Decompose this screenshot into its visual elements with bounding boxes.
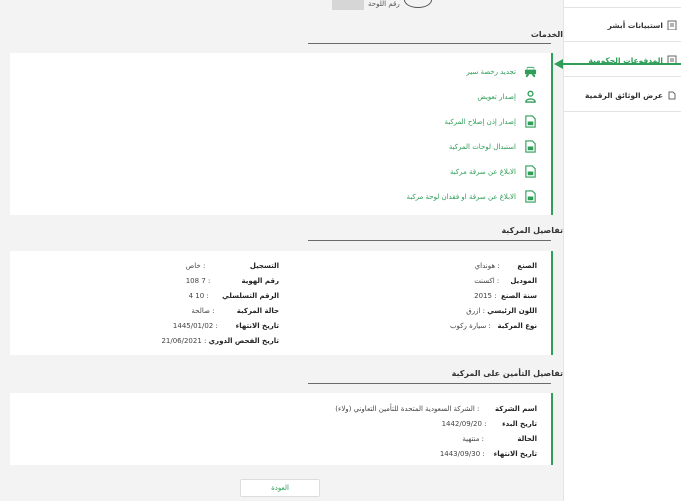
plate-label: رقم اللوحة <box>368 0 400 8</box>
car-icon <box>524 66 537 78</box>
field-key: سنة الصنع <box>501 292 537 300</box>
field-value: : خاص <box>185 262 206 270</box>
inspection-date-row: تاريخ الفحص الدوري : 21/06/2021 <box>161 337 279 345</box>
field-value: : 1442/09/20 <box>441 420 487 428</box>
field-key: حالة المركبة <box>236 307 279 315</box>
vehicle-color-row: اللون الرئيسي : ازرق <box>466 307 537 315</box>
insurance-title: تفاصيل التأمين على المركبة <box>451 369 563 378</box>
service-renew-registration[interactable]: تجديد رخصة سير <box>466 65 537 78</box>
field-key: رقم الهوية <box>241 277 279 285</box>
insurance-start-row: تاريخ البدء : 1442/09/20 <box>442 420 537 428</box>
main-content: رقم اللوحة الخدمات تجديد رخصة سير إصدار … <box>0 0 563 501</box>
service-issue-compensation[interactable]: إصدار تعويض <box>477 90 537 103</box>
vehicle-details-card: الصنع : هونداي الموديل : اكسنت سنة الصنع… <box>10 251 553 355</box>
field-value: : 7 108 <box>185 277 211 285</box>
clipboard-icon <box>667 20 677 30</box>
sidebar-divider <box>563 111 681 112</box>
annotation-arrow <box>556 63 681 65</box>
sidebar-divider <box>563 76 681 77</box>
insurance-title-underline <box>308 383 551 384</box>
vehicle-year-row: سنة الصنع : 2015 <box>474 292 537 300</box>
vehicle-status-row: حالة المركبة : صالحة <box>191 307 279 315</box>
document-hand-icon <box>668 91 676 100</box>
serial-number-row: الرقم التسلسلي : 10 4 <box>189 292 279 300</box>
field-key: الموديل <box>510 277 537 285</box>
vehicle-make-row: الصنع : هونداي <box>475 262 537 270</box>
service-report-plate-loss[interactable]: الابلاغ عن سرقة او فقدان لوحة مركبة <box>406 190 537 203</box>
sidebar-item-absher-surveys[interactable]: استبيانات أبشر <box>563 15 681 35</box>
insurance-card: اسم الشركة : الشركة السعودية المتحدة للت… <box>10 393 553 465</box>
field-value: : صالحة <box>191 307 215 315</box>
person-icon <box>525 90 536 103</box>
insurance-status-row: الحالة : منتهية <box>462 435 537 443</box>
field-value: : 1445/01/02 <box>172 322 218 330</box>
back-button[interactable]: العودة <box>240 479 320 497</box>
field-key: اللون الرئيسي <box>487 307 537 315</box>
field-key: نوع المركبة <box>497 322 537 330</box>
sidebar-item-label: استبيانات أبشر <box>607 20 663 30</box>
service-label: تجديد رخصة سير <box>466 67 516 76</box>
service-label: الابلاغ عن سرقة او فقدان لوحة مركبة <box>406 192 516 201</box>
sidebar-item-digital-documents[interactable]: عرض الوثائق الرقمية <box>563 85 681 105</box>
service-label: الابلاغ عن سرقة مركبة <box>449 167 516 176</box>
registration-row: التسجيل : خاص <box>186 262 279 270</box>
field-value: : 1443/09/30 <box>439 450 485 458</box>
field-value: : 2015 <box>474 292 497 300</box>
field-value: : 21/06/2021 <box>161 337 207 345</box>
vehicle-details-underline <box>308 240 551 241</box>
service-report-theft[interactable]: الابلاغ عن سرقة مركبة <box>450 165 537 178</box>
document-icon <box>525 165 536 178</box>
field-key: تاريخ الانتهاء <box>493 450 537 458</box>
field-key: الصنع <box>517 262 537 270</box>
field-value: : 10 4 <box>188 292 209 300</box>
sidebar-divider <box>563 41 681 42</box>
vehicle-logo-icon <box>404 0 432 8</box>
service-label: إصدار إذن إصلاح المركبة <box>444 117 516 126</box>
plate-value-redacted <box>332 0 364 10</box>
field-key: اسم الشركة <box>494 405 537 413</box>
sidebar-item-label: عرض الوثائق الرقمية <box>585 90 663 100</box>
document-icon <box>525 190 536 203</box>
vehicle-details-title: تفاصيل المركبة <box>501 226 563 235</box>
insurance-company-row: اسم الشركة : الشركة السعودية المتحدة للت… <box>335 405 537 413</box>
field-value: : منتهية <box>462 435 485 443</box>
insurance-end-row: تاريخ الانتهاء : 1443/09/30 <box>440 450 537 458</box>
service-replace-plates[interactable]: استبدال لوحات المركبة <box>449 140 537 153</box>
services-title-underline <box>308 43 551 44</box>
id-number-row: رقم الهوية : 7 108 <box>186 277 279 285</box>
expiry-date-row: تاريخ الانتهاء : 1445/01/02 <box>173 322 279 330</box>
services-card: تجديد رخصة سير إصدار تعويض إصدار إذن إصل… <box>10 53 553 215</box>
field-key: الحالة <box>517 435 537 443</box>
document-icon <box>525 115 536 128</box>
vehicle-model-row: الموديل : اكسنت <box>474 277 537 285</box>
field-key: التسجيل <box>249 262 279 270</box>
services-title: الخدمات <box>530 30 563 39</box>
field-key: تاريخ البدء <box>502 420 537 428</box>
field-value: : الشركة السعودية المتحدة للتأمين التعاو… <box>335 405 480 413</box>
field-key: تاريخ الانتهاء <box>235 322 279 330</box>
sidebar-item-government-payments[interactable]: المدفوعات الحكومية <box>563 50 681 70</box>
service-repair-permit[interactable]: إصدار إذن إصلاح المركبة <box>444 115 537 128</box>
sidebar-divider <box>563 7 681 8</box>
vehicle-type-row: نوع المركبة : سيارة ركوب <box>450 322 537 330</box>
annotation-arrow-head <box>554 59 563 69</box>
field-value: : اكسنت <box>474 277 500 285</box>
service-label: استبدال لوحات المركبة <box>448 142 516 151</box>
document-icon <box>525 140 536 153</box>
field-key: الرقم التسلسلي <box>222 292 279 300</box>
field-value: : هونداي <box>474 262 500 270</box>
field-key: تاريخ الفحص الدوري <box>208 337 279 345</box>
service-label: إصدار تعويض <box>477 92 516 101</box>
field-value: : سيارة ركوب <box>449 322 491 330</box>
field-value: : ازرق <box>466 307 485 315</box>
